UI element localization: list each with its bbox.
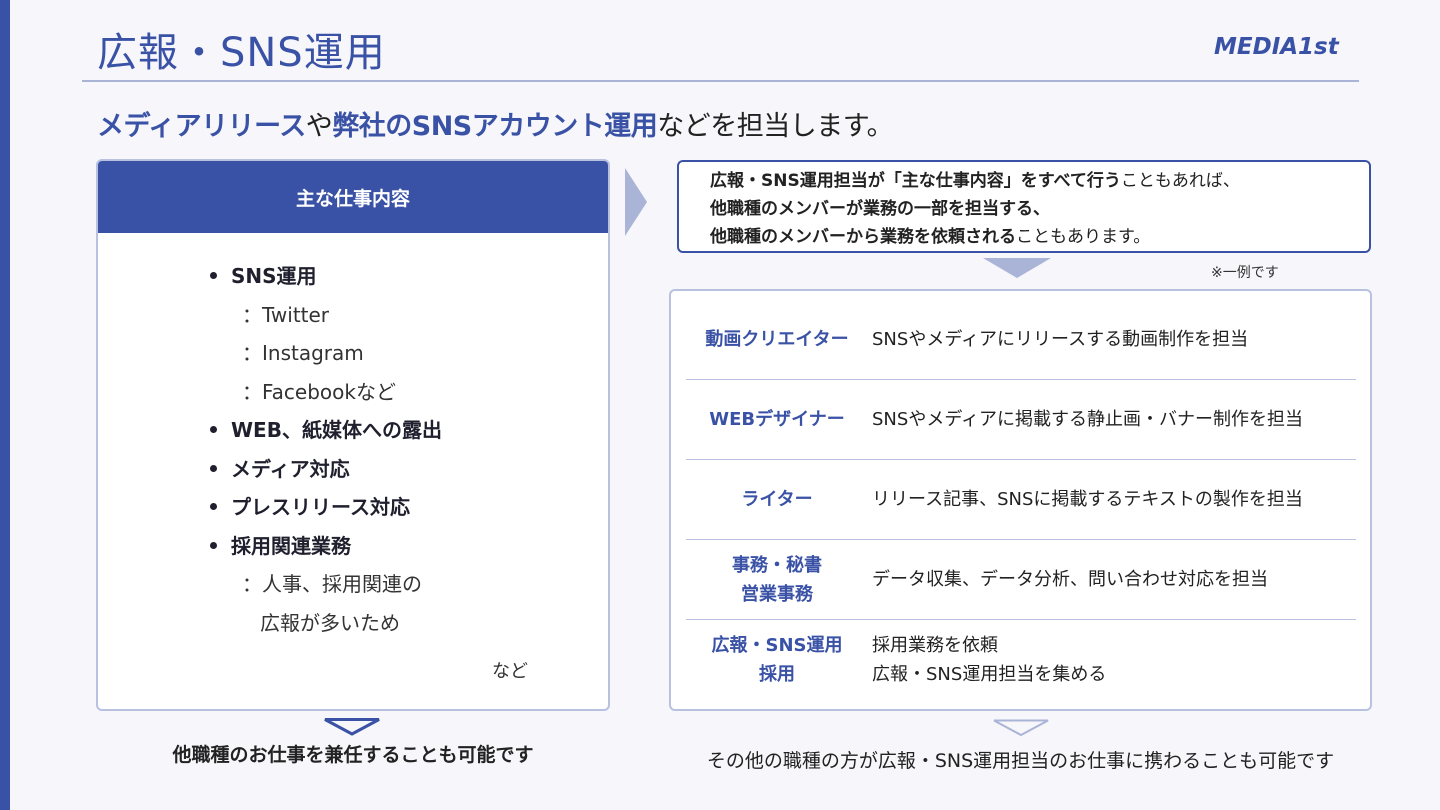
list-item: ：Twitter: [242, 302, 330, 327]
media1st-logo: MEDIA1st: [1214, 34, 1339, 60]
right-arrow-icon: [625, 168, 647, 236]
list-item: WEB、紙媒体への露出: [210, 411, 442, 450]
work-list: SNS運用 ：Twitter ：Instagram ：Facebookなど WE…: [210, 257, 442, 642]
bullet-icon: [210, 464, 217, 472]
role-name: WEBデザイナー: [709, 409, 845, 430]
role-row: WEBデザイナー SNSやメディアに掲載する静止画・バナー制作を担当: [686, 380, 1356, 460]
role-desc: 採用業務を依頼 広報・SNS運用担当を集める: [872, 635, 1107, 685]
role-name: 動画クリエイター: [705, 329, 849, 350]
down-arrow-icon: [983, 258, 1051, 278]
note-line-1: 広報・SNS運用担当が「主な仕事内容」をすべて行うこともあれば、: [710, 171, 1240, 191]
bottom-left-note: 他職種のお仕事を兼任することも可能です: [172, 744, 534, 766]
note-line-2: 他職種のメンバーが業務の一部を担当する、: [710, 199, 1050, 219]
role-sharing-note-box: 広報・SNS運用担当が「主な仕事内容」をすべて行うこともあれば、 他職種のメンバ…: [677, 160, 1371, 253]
etc-label: など: [492, 661, 528, 682]
main-work-header: 主な仕事内容: [98, 161, 608, 233]
example-note: ※一例です: [1211, 265, 1279, 281]
list-item: ：人事、採用関連の: [242, 572, 422, 596]
role-name: ライター: [741, 489, 813, 510]
down-outline-arrow-icon: [993, 719, 1049, 737]
role-row: 動画クリエイター SNSやメディアにリリースする動画制作を担当: [686, 300, 1356, 380]
list-item: プレスリリース対応: [210, 488, 442, 527]
bottom-right-note: その他の職種の方が広報・SNS運用担当のお仕事に携わることも可能です: [706, 750, 1335, 772]
subtitle-highlight-2: 弊社のSNSアカウント運用: [332, 111, 658, 142]
bullet-icon: [210, 541, 217, 549]
list-item: メディア対応: [210, 450, 442, 489]
roles-panel: 動画クリエイター SNSやメディアにリリースする動画制作を担当 WEBデザイナー…: [669, 289, 1372, 711]
subtitle-text-1: や: [305, 111, 333, 142]
main-work-panel: 主な仕事内容 SNS運用 ：Twitter ：Instagram ：Facebo…: [96, 159, 610, 711]
left-accent-bar: [0, 0, 10, 810]
role-desc: リリース記事、SNSに掲載するテキストの製作を担当: [872, 489, 1303, 510]
list-item: 広報が多いため: [260, 610, 400, 635]
note-line-3: 他職種のメンバーから業務を依頼されることもあります。: [710, 227, 1151, 247]
role-desc: データ収集、データ分析、問い合わせ対応を担当: [872, 569, 1268, 590]
list-item: ：Facebookなど: [242, 379, 396, 404]
down-outline-arrow-icon: [324, 718, 380, 736]
role-desc: SNSやメディアにリリースする動画制作を担当: [872, 329, 1249, 350]
title-divider: [82, 80, 1359, 82]
role-name: 事務・秘書 営業事務: [732, 554, 822, 605]
role-row: ライター リリース記事、SNSに掲載するテキストの製作を担当: [686, 460, 1356, 540]
role-name: 広報・SNS運用 採用: [711, 635, 843, 685]
bullet-icon: [210, 426, 217, 433]
page-title: 広報・SNS運用: [97, 30, 386, 76]
role-row: 事務・秘書 営業事務 データ収集、データ分析、問い合わせ対応を担当: [686, 540, 1356, 620]
list-item: ：Instagram: [242, 341, 364, 365]
list-item: SNS運用: [210, 257, 442, 296]
bullet-icon: [210, 272, 217, 279]
role-row: 広報・SNS運用 採用 採用業務を依頼 広報・SNS運用担当を集める: [686, 620, 1356, 700]
page-subtitle: メディアリリースや弊社のSNSアカウント運用などを担当します。: [97, 104, 894, 143]
list-item: 採用関連業務: [210, 527, 442, 566]
bullet-icon: [210, 503, 217, 510]
subtitle-text-2: などを担当します。: [657, 111, 894, 142]
role-desc: SNSやメディアに掲載する静止画・バナー制作を担当: [872, 409, 1304, 430]
subtitle-highlight-1: メディアリリース: [97, 111, 306, 142]
